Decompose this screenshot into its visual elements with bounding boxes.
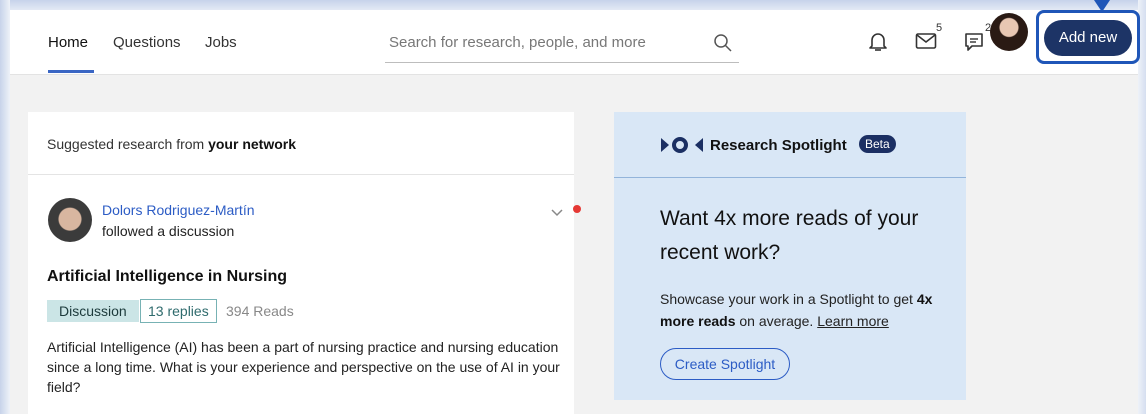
reads-count: 394 Reads bbox=[226, 303, 294, 319]
post-body: Artificial Intelligence (AI) has been a … bbox=[47, 339, 560, 395]
spotlight-header: Research Spotlight Beta bbox=[614, 112, 966, 178]
search-icon[interactable] bbox=[713, 33, 733, 58]
top-navigation-bar: Home Questions Jobs 5 2 bbox=[10, 10, 1138, 75]
annotation-frame-left bbox=[0, 0, 10, 414]
chat-icon[interactable] bbox=[964, 32, 984, 57]
unread-dot bbox=[573, 205, 581, 213]
add-new-button[interactable]: Add new bbox=[1044, 20, 1132, 56]
spotlight-logo-icon bbox=[659, 137, 705, 158]
create-spotlight-button[interactable]: Create Spotlight bbox=[660, 348, 790, 380]
discussion-tag: Discussion bbox=[47, 300, 139, 322]
bell-icon[interactable] bbox=[868, 31, 888, 58]
mail-count-badge: 5 bbox=[936, 22, 943, 34]
mail-icon[interactable] bbox=[915, 32, 937, 55]
annotation-arrow bbox=[1094, 0, 1110, 12]
research-spotlight-card: Research Spotlight Beta Want 4x more rea… bbox=[614, 112, 966, 400]
feed-header-text: Suggested research from your network bbox=[47, 136, 296, 152]
chevron-down-icon[interactable] bbox=[551, 204, 563, 222]
spotlight-description: Showcase your work in a Spotlight to get… bbox=[660, 291, 933, 329]
nav-questions[interactable]: Questions bbox=[113, 34, 181, 51]
active-tab-indicator bbox=[48, 70, 94, 73]
search-bar bbox=[385, 24, 739, 63]
replies-badge[interactable]: 13 replies bbox=[140, 299, 217, 323]
user-avatar[interactable] bbox=[990, 13, 1028, 51]
search-input[interactable] bbox=[389, 34, 689, 51]
post-title[interactable]: Artificial Intelligence in Nursing bbox=[47, 268, 287, 286]
author-action-text: followed a discussion bbox=[102, 223, 235, 239]
feed-header: Suggested research from your network bbox=[28, 112, 574, 175]
beta-badge: Beta bbox=[859, 135, 896, 153]
feed-header-bold: your network bbox=[208, 136, 296, 152]
learn-more-link[interactable]: Learn more bbox=[817, 313, 889, 329]
annotation-frame-right bbox=[1138, 0, 1146, 414]
author-avatar[interactable] bbox=[48, 198, 92, 242]
spotlight-heading: Want 4x more reads of your recent work? bbox=[660, 207, 919, 264]
nav-home[interactable]: Home bbox=[48, 34, 88, 51]
author-name-link[interactable]: Dolors Rodriguez-Martín bbox=[102, 202, 255, 218]
suggested-research-card: Suggested research from your network Dol… bbox=[28, 112, 581, 414]
spotlight-title: Research Spotlight bbox=[710, 137, 847, 154]
nav-jobs[interactable]: Jobs bbox=[205, 34, 237, 51]
